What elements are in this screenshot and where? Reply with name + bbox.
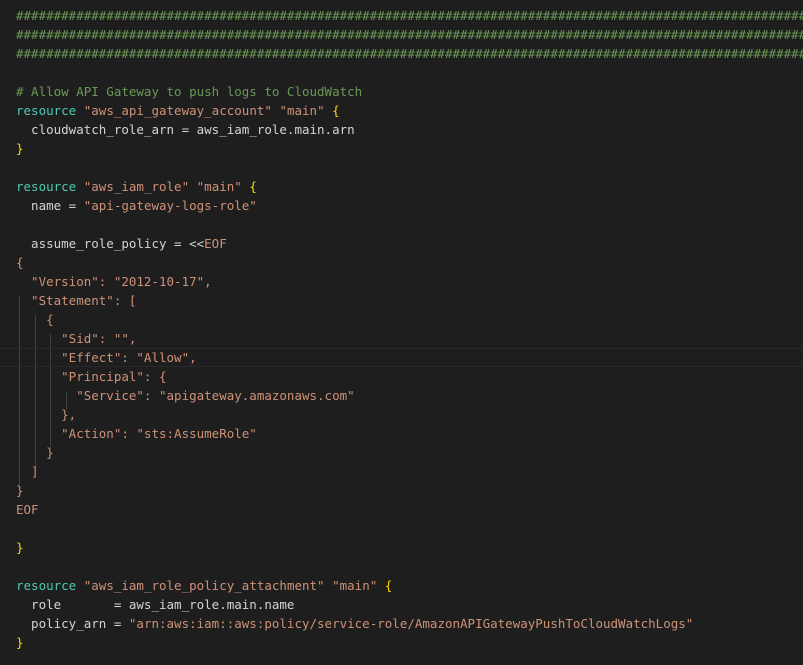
code-line[interactable]: { — [16, 253, 24, 272]
code-token: # Allow API Gateway to push logs to Clou… — [16, 84, 363, 99]
code-token: "Statement": [ — [16, 293, 137, 308]
code-line[interactable]: ########################################… — [16, 44, 803, 63]
code-token: "aws_api_gateway_account" — [83, 103, 272, 118]
code-token: } — [16, 635, 24, 650]
code-line[interactable]: } — [16, 481, 24, 500]
code-token: "main" — [279, 103, 325, 118]
code-line[interactable]: resource "aws_api_gateway_account" "main… — [16, 101, 340, 120]
code-line[interactable]: } — [16, 633, 24, 652]
code-token: { — [332, 103, 340, 118]
code-token: assume_role_policy = << — [16, 236, 205, 251]
code-token: { — [249, 179, 257, 194]
code-line[interactable]: policy_arn = "arn:aws:iam::aws:policy/se… — [16, 614, 693, 633]
code-line[interactable]: role = aws_iam_role.main.name — [16, 595, 294, 614]
code-token: EOF — [16, 502, 39, 517]
code-token: resource — [16, 578, 77, 593]
code-token: { — [16, 255, 24, 270]
code-line[interactable]: cloudwatch_role_arn = aws_iam_role.main.… — [16, 120, 355, 139]
code-token: { — [16, 312, 54, 327]
code-line[interactable]: "Principal": { — [16, 367, 167, 386]
code-line[interactable]: } — [16, 139, 24, 158]
code-line[interactable]: ########################################… — [16, 6, 803, 25]
code-token: ########################################… — [16, 46, 803, 61]
code-line[interactable]: { — [16, 310, 54, 329]
code-token: ] — [16, 464, 39, 479]
code-line[interactable]: "Version": "2012-10-17", — [16, 272, 212, 291]
code-token: "Principal": { — [16, 369, 167, 384]
code-line[interactable]: "Sid": "", — [16, 329, 136, 348]
code-line[interactable]: "Service": "apigateway.amazonaws.com" — [16, 386, 355, 405]
code-token: role = aws_iam_role.main.name — [16, 597, 295, 612]
code-line[interactable]: resource "aws_iam_role_policy_attachment… — [16, 576, 392, 595]
code-line[interactable]: EOF — [16, 500, 39, 519]
code-line[interactable]: "Statement": [ — [16, 291, 136, 310]
code-token: "main" — [196, 179, 242, 194]
code-token: } — [16, 540, 24, 555]
code-token: ########################################… — [16, 8, 803, 23]
code-line[interactable]: # Allow API Gateway to push logs to Clou… — [16, 82, 362, 101]
code-token: "Effect": "Allow", — [16, 350, 197, 365]
code-token: policy_arn = — [16, 616, 129, 631]
code-editor[interactable]: ########################################… — [0, 0, 803, 665]
code-line[interactable]: } — [16, 443, 54, 462]
code-token: } — [16, 445, 54, 460]
code-token: }, — [16, 407, 77, 422]
code-token: ########################################… — [16, 27, 803, 42]
code-line[interactable]: "Action": "sts:AssumeRole" — [16, 424, 257, 443]
code-token: resource — [16, 103, 77, 118]
code-token: EOF — [204, 236, 227, 251]
code-token: "Action": "sts:AssumeRole" — [16, 426, 257, 441]
code-token: "main" — [332, 578, 378, 593]
code-token: "api-gateway-logs-role" — [83, 198, 257, 213]
code-line[interactable]: } — [16, 538, 24, 557]
code-line[interactable]: resource "aws_iam_role" "main" { — [16, 177, 257, 196]
code-line[interactable]: name = "api-gateway-logs-role" — [16, 196, 257, 215]
code-line[interactable]: assume_role_policy = <<EOF — [16, 234, 227, 253]
code-token: cloudwatch_role_arn = aws_iam_role.main.… — [16, 122, 355, 137]
code-line[interactable]: ] — [16, 462, 39, 481]
code-token: "aws_iam_role" — [83, 179, 190, 194]
code-token: "Service": "apigateway.amazonaws.com" — [16, 388, 355, 403]
code-line[interactable]: }, — [16, 405, 76, 424]
code-token: "Version": "2012-10-17", — [16, 274, 212, 289]
code-token: name = — [16, 198, 84, 213]
code-token: "arn:aws:iam::aws:policy/service-role/Am… — [128, 616, 694, 631]
code-token: } — [16, 141, 24, 156]
code-token: "aws_iam_role_policy_attachment" — [83, 578, 325, 593]
code-line[interactable]: ########################################… — [16, 25, 803, 44]
code-token: { — [384, 578, 393, 593]
code-token: resource — [16, 179, 77, 194]
code-token: "Sid": "", — [16, 331, 137, 346]
code-line[interactable]: "Effect": "Allow", — [0, 348, 802, 367]
code-token: } — [16, 483, 24, 498]
